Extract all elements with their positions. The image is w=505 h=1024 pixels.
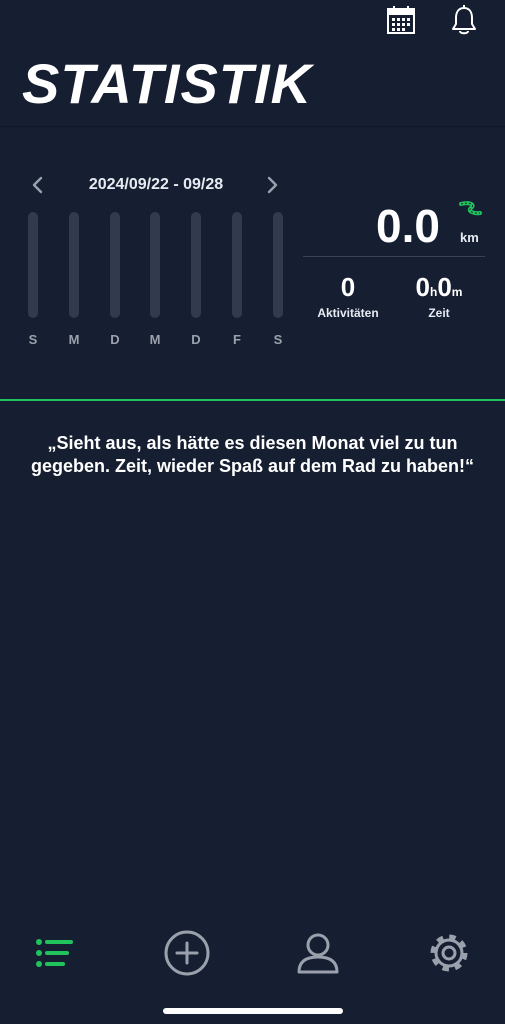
chevron-right-icon[interactable]: [262, 174, 282, 196]
day-label: D: [191, 332, 201, 347]
statistics-screen: STATISTIK 2024/09/22 - 09/28 S M D M D F S 0.0…: [0, 0, 505, 1024]
day-label: S: [273, 332, 283, 347]
time-minutes-unit: m: [451, 285, 463, 299]
page-title: STATISTIK: [22, 52, 313, 115]
day-labels: SMDMDFS: [22, 332, 292, 350]
day-bar: [232, 212, 242, 318]
home-indicator[interactable]: [163, 1008, 343, 1014]
add-circle-icon[interactable]: [162, 928, 212, 978]
distance-value: 0.0: [376, 200, 440, 252]
road-icon: [459, 201, 482, 216]
stats-divider: [303, 256, 485, 257]
day-bar: [110, 212, 120, 318]
activities-label: Aktivitäten: [317, 306, 379, 320]
time-minutes: 0: [437, 272, 452, 302]
weekly-bars: [28, 212, 288, 320]
user-icon[interactable]: [293, 928, 343, 978]
time-hours: 0: [415, 272, 430, 302]
motivation-message: „Sieht aus, als hätte es diesen Monat vi…: [30, 433, 475, 476]
day-bar: [191, 212, 201, 318]
week-navigator: 2024/09/22 - 09/28: [28, 172, 284, 198]
time-label: Zeit: [428, 306, 450, 320]
list-icon[interactable]: [30, 928, 80, 978]
accent-divider: [0, 399, 505, 401]
header-divider: [0, 126, 505, 127]
day-label: M: [149, 332, 161, 347]
chevron-left-icon[interactable]: [28, 174, 48, 196]
gear-icon[interactable]: [424, 928, 474, 978]
week-range: 2024/09/22 - 09/28: [88, 176, 224, 193]
day-label: F: [233, 332, 241, 347]
distance-unit: km: [460, 230, 479, 245]
day-bar: [150, 212, 160, 318]
day-label: M: [68, 332, 80, 347]
day-bar: [69, 212, 79, 318]
calendar-icon[interactable]: [385, 4, 417, 36]
day-label: D: [110, 332, 120, 347]
day-bar: [28, 212, 38, 318]
day-bar: [273, 212, 283, 318]
bell-icon[interactable]: [448, 4, 480, 36]
bottom-nav: [0, 920, 505, 990]
day-label: S: [28, 332, 38, 347]
time-value: 0h0m: [398, 272, 480, 303]
activities-count: 0: [340, 272, 356, 302]
